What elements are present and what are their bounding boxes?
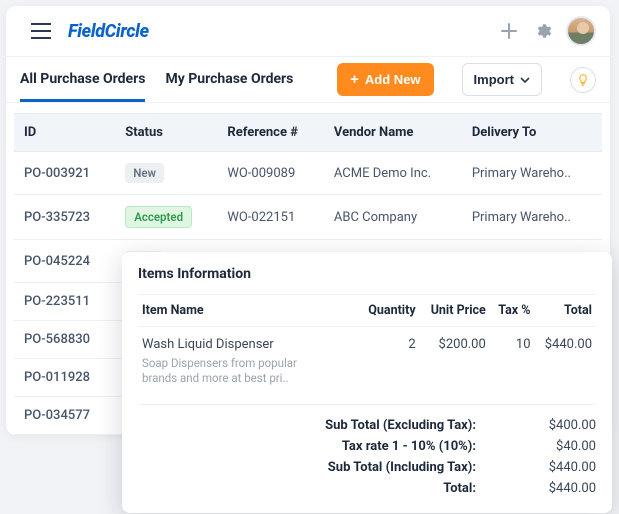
totals-row: Sub Total (Excluding Tax): $400.00 [138, 415, 596, 436]
col-reference[interactable]: Reference # [217, 114, 324, 152]
hint-icon[interactable] [570, 67, 596, 93]
totals-label: Sub Total (Including Tax): [328, 460, 476, 475]
cell-reference: WO-022151 [217, 195, 324, 240]
brand-logo: FieldCircle [68, 21, 149, 42]
cell-delivery: Primary Wareho.. [462, 152, 602, 195]
item-qty: 2 [358, 327, 420, 390]
chevron-down-icon [520, 75, 530, 85]
items-panel-title: Items Information [138, 266, 596, 282]
totals-label: Sub Total (Excluding Tax): [325, 418, 476, 433]
cell-id: PO-223511 [14, 283, 115, 321]
totals-value: $40.00 [516, 439, 596, 454]
status-badge: New [125, 163, 164, 183]
item-total: $440.00 [535, 327, 596, 390]
items-col-qty: Quantity [358, 295, 420, 327]
tabbar: All Purchase Orders My Purchase Orders +… [6, 57, 610, 103]
item-price: $200.00 [420, 327, 490, 390]
items-col-price: Unit Price [420, 295, 490, 327]
menu-icon[interactable] [28, 18, 54, 44]
status-badge: Accepted [125, 206, 192, 228]
item-name: Wash Liquid Dispenser [142, 337, 354, 352]
table-row[interactable]: PO-003921 New WO-009089ACME Demo Inc.Prima… [14, 152, 602, 195]
cell-status: New [115, 152, 217, 195]
tab-my-purchase-orders[interactable]: My Purchase Orders [165, 57, 293, 102]
items-table: Item Name Quantity Unit Price Tax % Tota… [138, 294, 596, 390]
add-new-button[interactable]: + Add New [337, 63, 433, 96]
cell-vendor: ACME Demo Inc. [324, 152, 462, 195]
items-panel: Items Information Item Name Quantity Uni… [122, 252, 612, 513]
import-button[interactable]: Import [462, 63, 542, 96]
avatar[interactable] [566, 16, 596, 46]
table-row[interactable]: PO-335723 Accepted WO-022151ABC CompanyPri… [14, 195, 602, 240]
totals-value: $440.00 [516, 460, 596, 475]
item-tax: 10 [490, 327, 535, 390]
items-col-tax: Tax % [490, 295, 535, 327]
totals-row: Tax rate 1 - 10% (10%): $40.00 [138, 436, 596, 457]
item-row[interactable]: Wash Liquid Dispenser Soap Dispensers fr… [138, 327, 596, 390]
totals-block: Sub Total (Excluding Tax): $400.00 Tax rat… [138, 404, 596, 499]
cell-id: PO-003921 [14, 152, 115, 195]
brand-name: FieldCircle [68, 21, 149, 42]
plus-icon: + [350, 72, 359, 87]
tab-all-purchase-orders[interactable]: All Purchase Orders [20, 57, 145, 102]
items-col-total: Total [535, 295, 596, 327]
import-label: Import [474, 72, 514, 87]
item-desc: Soap Dispensers from popular brands and … [142, 356, 332, 386]
cell-id: PO-045224 [14, 240, 115, 283]
cell-vendor: ABC Company [324, 195, 462, 240]
cell-status: Accepted [115, 195, 217, 240]
cell-id: PO-034577 [14, 397, 115, 435]
topbar: FieldCircle [6, 6, 610, 57]
cell-id: PO-011928 [14, 359, 115, 397]
items-col-name: Item Name [138, 295, 358, 327]
cell-delivery: Primary Wareho.. [462, 195, 602, 240]
plus-icon[interactable] [496, 18, 522, 44]
col-vendor[interactable]: Vendor Name [324, 114, 462, 152]
totals-label: Total: [443, 481, 476, 496]
totals-label: Tax rate 1 - 10% (10%): [342, 439, 476, 454]
col-delivery[interactable]: Delivery To [462, 114, 602, 152]
totals-row: Total: $440.00 [138, 478, 596, 499]
totals-row: Sub Total (Including Tax): $440.00 [138, 457, 596, 478]
gear-icon[interactable] [530, 18, 556, 44]
totals-value: $440.00 [516, 481, 596, 496]
cell-id: PO-568830 [14, 321, 115, 359]
cell-reference: WO-009089 [217, 152, 324, 195]
add-new-label: Add New [365, 72, 421, 87]
po-header-row: ID Status Reference # Vendor Name Delive… [14, 114, 602, 152]
totals-value: $400.00 [516, 418, 596, 433]
col-status[interactable]: Status [115, 114, 217, 152]
cell-id: PO-335723 [14, 195, 115, 240]
col-id[interactable]: ID [14, 114, 115, 152]
